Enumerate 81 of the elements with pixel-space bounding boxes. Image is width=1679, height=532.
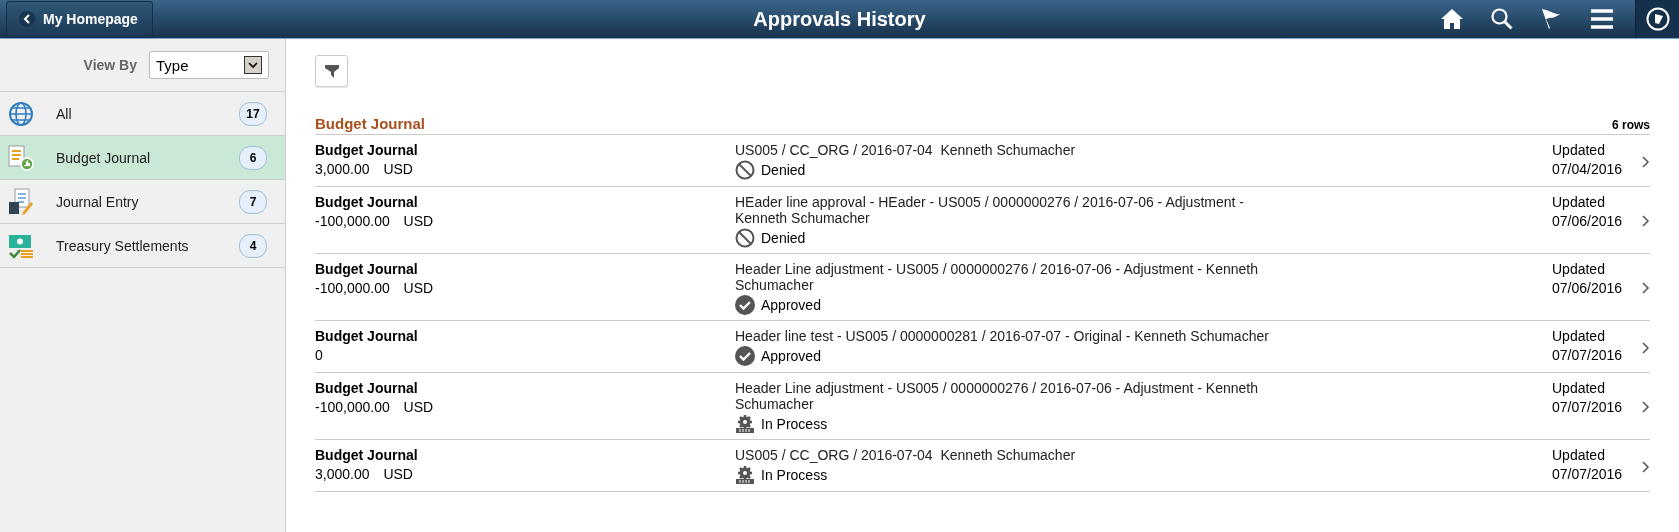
approval-row[interactable]: Budget Journal 0 Header line test - US005 / 0000000281 / 2016-07-07 - Original - Kenneth Schumacher Approved Updated 07/07/2016 [315, 321, 1650, 373]
updated-date: 07/07/2016 [1552, 399, 1624, 415]
status-label: Denied [761, 230, 806, 246]
sidebar-item-label: Journal Entry [56, 193, 140, 210]
chevron-right-icon [1642, 215, 1650, 227]
gear-icon [735, 414, 755, 434]
updated-label: Updated [1552, 142, 1606, 158]
sidebar-item-label: Treasury Settlements [56, 237, 190, 254]
chevron-right-icon [1642, 155, 1650, 168]
amount: -100,000.00 USD [315, 399, 435, 415]
updated-date: 07/06/2016 [1552, 213, 1624, 229]
search-icon [1490, 7, 1514, 31]
updated-label: Updated [1552, 261, 1606, 277]
transaction-type: Budget Journal [315, 380, 419, 396]
chevron-right-icon [1642, 460, 1650, 473]
sidebar-item[interactable]: Budget Journal 6 [0, 136, 285, 180]
transaction-type: Budget Journal [315, 142, 419, 158]
updated-label: Updated [1552, 380, 1606, 396]
approval-row[interactable]: Budget Journal 3,000.00 USD US005 / CC_ORG / 2016-07-04 Kenneth Schumacher In Process Updated 07/07/2016 [315, 440, 1650, 492]
home-icon [1440, 8, 1464, 30]
amount: 0 [315, 347, 324, 363]
updated-date: 07/07/2016 [1552, 347, 1624, 363]
count-badge: 7 [239, 189, 267, 214]
approval-description: Header Line adjustment - US005 / 0000000276 / 2016-07-06 - Adjustment - Kenneth Schumacher [735, 261, 1259, 293]
updated-date: 07/07/2016 [1552, 466, 1624, 482]
transaction-type: Budget Journal [315, 261, 419, 277]
approval-row[interactable]: Budget Journal -100,000.00 USD Header Line adjustment - US005 / 0000000276 / 2016-07-06 - Adjustment - Kenneth Schumacher Approved Updated 07/06/2016 [315, 254, 1650, 321]
amount: 3,000.00 USD [315, 161, 414, 177]
approval-description: Header Line adjustment - US005 / 0000000276 / 2016-07-06 - Adjustment - Kenneth Schumacher [735, 380, 1259, 412]
count-badge: 17 [239, 101, 267, 126]
status-label: Approved [761, 348, 821, 364]
chevron-left-icon [23, 14, 31, 24]
updated-label: Updated [1552, 328, 1606, 344]
view-by-label: View By [83, 57, 137, 73]
compass-icon [1645, 7, 1670, 31]
approval-description: US005 / CC_ORG / 2016-07-04 Kenneth Schumacher [735, 142, 1077, 158]
transaction-type: Budget Journal [315, 194, 419, 210]
menu-icon [1591, 9, 1613, 29]
status-label: In Process [761, 416, 828, 432]
globe-icon [8, 100, 34, 127]
approval-row[interactable]: Budget Journal 3,000.00 USD US005 / CC_ORG / 2016-07-04 Kenneth Schumacher Denied Updated 07/04/2016 [315, 135, 1650, 187]
prohibited-icon [735, 160, 755, 180]
amount: -100,000.00 USD [315, 280, 435, 296]
status-label: Approved [761, 297, 821, 313]
transaction-type: Budget Journal [315, 328, 419, 344]
calculator-document-icon [7, 187, 35, 216]
updated-label: Updated [1552, 447, 1606, 463]
section-title: Budget Journal [315, 115, 425, 132]
amount: 3,000.00 USD [315, 466, 414, 482]
approval-row[interactable]: Budget Journal -100,000.00 USD HEader line approval - HEader - US005 / 0000000276 / 2016-07-06 - Adjustment - Kenneth Schumacher Denied Updated 07/06/2016 [315, 187, 1650, 254]
chevron-down-icon [248, 61, 258, 69]
prohibited-icon [735, 228, 755, 248]
approval-row[interactable]: Budget Journal -100,000.00 USD Header Line adjustment - US005 / 0000000276 / 2016-07-06 - Adjustment - Kenneth Schumacher In Process Updated 07/07/2016 [315, 373, 1650, 440]
status-label: Denied [761, 162, 806, 178]
updated-date: 07/06/2016 [1552, 280, 1624, 296]
count-badge: 6 [239, 145, 267, 170]
updated-date: 07/04/2016 [1552, 161, 1624, 177]
checkmark-icon [735, 295, 755, 315]
approval-description: HEader line approval - HEader - US005 / 0000000276 / 2016-07-06 - Adjustment - Kenneth Schumacher [735, 194, 1245, 226]
view-by-dropdown[interactable]: Type [149, 51, 269, 79]
amount: -100,000.00 USD [315, 213, 435, 229]
document-thumbs-up-icon [7, 143, 35, 172]
status-label: In Process [761, 467, 828, 483]
chevron-right-icon [1642, 282, 1650, 294]
count-badge: 4 [239, 233, 267, 258]
approval-description: US005 / CC_ORG / 2016-07-04 Kenneth Schumacher [735, 447, 1077, 463]
page-title: Approvals History [753, 7, 926, 30]
sidebar-item-label: Budget Journal [56, 149, 152, 166]
row-count: 6 rows [1612, 118, 1650, 132]
sidebar-item-label: All [56, 105, 73, 122]
filter-button[interactable] [315, 55, 348, 87]
gear-icon [735, 465, 755, 485]
checkmark-icon [735, 346, 755, 366]
approval-description: Header line test - US005 / 0000000281 / 2016-07-07 - Original - Kenneth Schumacher [735, 328, 1270, 344]
back-button[interactable]: My Homepage [6, 1, 153, 37]
navigation-button[interactable] [1635, 0, 1679, 38]
transaction-type: Budget Journal [315, 447, 419, 463]
chevron-right-icon [1642, 401, 1650, 413]
filter-icon [324, 64, 339, 78]
chevron-right-icon [1642, 341, 1650, 354]
updated-label: Updated [1552, 194, 1606, 210]
